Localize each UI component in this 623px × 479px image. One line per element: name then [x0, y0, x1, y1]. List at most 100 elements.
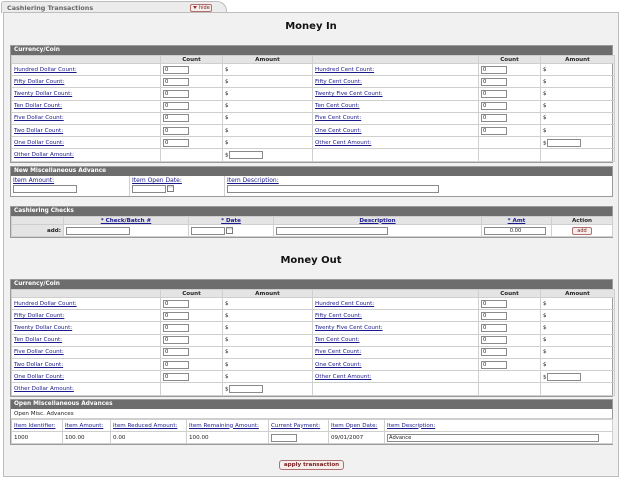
currency-label[interactable]: Other Dollar Amount: — [14, 386, 74, 392]
currency-label[interactable]: Ten Dollar Count: — [14, 337, 62, 343]
count-input[interactable]: 0 — [481, 77, 507, 86]
other-amount-input[interactable] — [228, 384, 263, 393]
item-open-date-label[interactable]: Item Open Date: — [132, 177, 222, 184]
item-description-input[interactable] — [227, 185, 439, 193]
count-input[interactable]: 0 — [163, 348, 189, 357]
column-header-label[interactable]: Item Amount: — [65, 423, 103, 429]
count-input[interactable]: 0 — [163, 372, 189, 381]
add-check-button[interactable]: add — [572, 226, 592, 235]
hide-button[interactable]: hide — [190, 4, 212, 12]
date-header[interactable]: * Date — [188, 216, 274, 225]
item-description-label[interactable]: Item Description: — [227, 177, 610, 184]
currency-label[interactable]: Ten Cent Count: — [315, 103, 360, 109]
calendar-icon[interactable] — [167, 185, 174, 192]
currency-label[interactable]: Fifty Dollar Count: — [14, 79, 64, 85]
check-description-input[interactable] — [276, 226, 388, 235]
check-date-input[interactable] — [191, 226, 225, 235]
currency-label[interactable]: Twenty Dollar Count: — [14, 91, 72, 97]
currency-label[interactable]: Hundred Cent Count: — [315, 301, 374, 307]
item-description-input[interactable]: Advance — [387, 433, 599, 442]
count-input[interactable]: 0 — [163, 77, 189, 86]
currency-label-cell: Five Dollar Count: — [11, 111, 161, 125]
count-input[interactable]: 0 — [481, 311, 507, 320]
column-header-label[interactable]: Current Payment: — [271, 423, 320, 429]
currency-label[interactable]: Twenty Five Cent Count: — [315, 91, 383, 97]
currency-label[interactable]: Hundred Dollar Count: — [14, 67, 77, 73]
column-header-label[interactable]: Item Description: — [387, 423, 435, 429]
count-input[interactable]: 0 — [481, 126, 507, 135]
count-input[interactable]: 0 — [163, 102, 189, 111]
count-input[interactable]: 0 — [163, 336, 189, 345]
check-batch-header[interactable]: * Check/Batch # — [63, 216, 189, 225]
count-input[interactable]: 0 — [481, 89, 507, 98]
count-input[interactable]: 0 — [481, 102, 507, 111]
other-amount-input[interactable] — [228, 150, 263, 159]
calendar-icon[interactable] — [226, 227, 233, 235]
count-input[interactable]: 0 — [163, 114, 189, 123]
count-input[interactable]: 0 — [163, 360, 189, 369]
currency-label[interactable]: Ten Cent Count: — [315, 337, 360, 343]
currency-label[interactable]: Five Cent Count: — [315, 115, 361, 121]
currency-label[interactable]: One Cent Count: — [315, 362, 362, 368]
count-input[interactable]: 0 — [481, 65, 507, 74]
check-batch-input[interactable] — [66, 226, 130, 235]
column-header-label[interactable]: Item Remaining Amount: — [189, 423, 259, 429]
count-input[interactable]: 0 — [163, 299, 189, 308]
item-amount-label[interactable]: Item Amount: — [13, 177, 127, 184]
amount-cell: $ — [540, 357, 615, 372]
currency-label[interactable]: One Cent Count: — [315, 128, 362, 134]
section-header: Cashiering Checks — [11, 207, 612, 216]
currency-label[interactable]: Other Dollar Amount: — [14, 152, 74, 158]
column-header-label[interactable]: Item Reduced Amount: — [113, 423, 177, 429]
currency-label[interactable]: Two Dollar Count: — [14, 362, 63, 368]
current-payment-input[interactable] — [271, 433, 297, 442]
amt-label[interactable]: * Amt — [508, 218, 526, 224]
currency-label[interactable]: Five Dollar Count: — [14, 349, 64, 355]
count-input[interactable]: 0 — [163, 65, 189, 74]
count-input[interactable]: 0 — [481, 348, 507, 357]
description-header[interactable]: Description — [273, 216, 482, 225]
count-input[interactable]: 0 — [163, 138, 189, 147]
item-open-date-input[interactable] — [132, 185, 166, 193]
currency-label[interactable]: Five Dollar Count: — [14, 115, 64, 121]
count-input[interactable]: 0 — [481, 336, 507, 345]
count-input[interactable]: 0 — [481, 360, 507, 369]
apply-transaction-button[interactable]: apply transaction — [279, 460, 344, 470]
action-header: Action — [551, 216, 613, 225]
description-label[interactable]: Description — [359, 218, 395, 224]
other-amount-input[interactable] — [546, 138, 581, 147]
date-label[interactable]: * Date — [221, 218, 241, 224]
currency-label[interactable]: One Dollar Count: — [14, 140, 64, 146]
currency-label[interactable]: Ten Dollar Count: — [14, 103, 62, 109]
item-amount-input[interactable] — [13, 185, 77, 193]
other-amount-input[interactable] — [546, 372, 581, 381]
currency-label[interactable]: Hundred Cent Count: — [315, 67, 374, 73]
column-header-label[interactable]: Item Identifier: — [14, 423, 56, 429]
currency-label[interactable]: Fifty Cent Count: — [315, 79, 362, 85]
amt-header[interactable]: * Amt — [481, 216, 552, 225]
currency-label[interactable]: One Dollar Count: — [14, 374, 64, 380]
currency-label-cell: Two Dollar Count: — [11, 123, 161, 138]
currency-label[interactable]: Twenty Five Cent Count: — [315, 325, 383, 331]
count-input[interactable]: 0 — [481, 323, 507, 332]
amt-input[interactable]: 0.00 — [484, 226, 546, 235]
count-input[interactable]: 0 — [163, 126, 189, 135]
currency-label[interactable]: Twenty Dollar Count: — [14, 325, 72, 331]
currency-label-cell: Hundred Cent Count: — [312, 296, 479, 311]
amount-cell: $ — [540, 321, 615, 335]
column-header-label[interactable]: Item Open Date: — [331, 423, 378, 429]
currency-label[interactable]: Fifty Dollar Count: — [14, 313, 64, 319]
currency-label[interactable]: Two Dollar Count: — [14, 128, 63, 134]
currency-label[interactable]: Hundred Dollar Count: — [14, 301, 77, 307]
count-cell: 0 — [160, 333, 223, 347]
currency-label[interactable]: Fifty Cent Count: — [315, 313, 362, 319]
count-input[interactable]: 0 — [163, 323, 189, 332]
currency-label[interactable]: Other Cent Amount: — [315, 374, 371, 380]
count-input[interactable]: 0 — [163, 311, 189, 320]
currency-label[interactable]: Five Cent Count: — [315, 349, 361, 355]
check-batch-label[interactable]: * Check/Batch # — [101, 218, 151, 224]
count-input[interactable]: 0 — [481, 299, 507, 308]
count-input[interactable]: 0 — [481, 114, 507, 123]
count-input[interactable]: 0 — [163, 89, 189, 98]
currency-label[interactable]: Other Cent Amount: — [315, 140, 371, 146]
